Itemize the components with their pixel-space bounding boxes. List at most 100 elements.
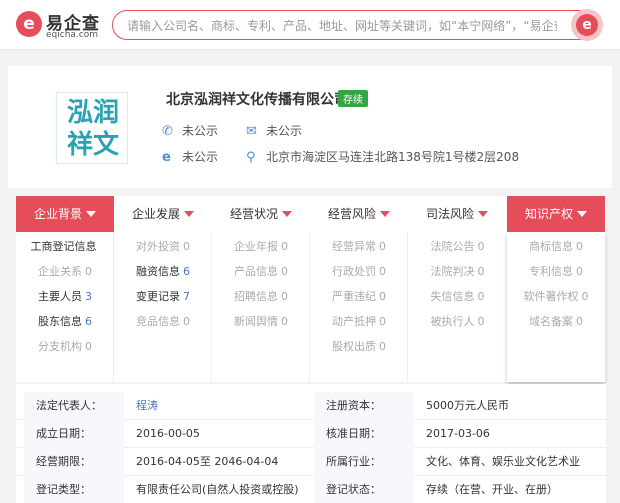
tab-business-risk[interactable]: 经营风险: [310, 196, 408, 232]
menu-item[interactable]: 动产抵押 0: [310, 313, 408, 329]
menu-item-count: 0: [576, 315, 583, 328]
field-value: 有限责任公司(自然人投资或控股): [136, 483, 299, 496]
menu-item-label: 商标信息: [529, 240, 573, 253]
tab-label: 企业背景: [33, 207, 82, 221]
menu-item-label: 法院公告: [430, 240, 475, 253]
tab-business-status[interactable]: 经营状况: [212, 196, 310, 232]
menu-item[interactable]: 企业年报 0: [212, 238, 310, 254]
field-value: 2017-03-06: [426, 427, 490, 440]
address-info: ⚲ 北京市海淀区马连洼北路138号院1号楼2层208: [246, 148, 519, 165]
menu-item-count: 0: [477, 265, 485, 278]
menu-item[interactable]: 分支机构 0: [16, 338, 114, 354]
category-tabs: 企业背景 企业发展 经营状况 经营风险 司法风险 知识产权: [16, 196, 606, 232]
tab-label: 企业发展: [131, 207, 180, 221]
menu-item[interactable]: 经营异常 0: [310, 238, 408, 254]
menu-item-label: 变更记录: [136, 290, 180, 303]
menu-column-judicial: 法院公告 0 法院判决 0 失信信息 0 被执行人 0: [408, 232, 507, 382]
menu-item[interactable]: 工商登记信息: [16, 238, 114, 254]
registration-table: 法定代表人： 程涛 注册资本： 5000万元人民币 成立日期： 2016-00-…: [16, 384, 606, 503]
menu-item-count: 0: [379, 340, 386, 353]
field-label: 法定代表人：: [24, 392, 124, 420]
menu-item[interactable]: 变更记录 7: [114, 288, 212, 304]
website-value: 未公示: [182, 150, 219, 164]
menu-item-label: 产品信息: [234, 265, 278, 278]
menu-item-count: 0: [379, 290, 386, 303]
menu-item[interactable]: 行政处罚 0: [310, 263, 408, 279]
search-button[interactable]: e: [571, 9, 603, 41]
menu-item-label: 动产抵押: [332, 315, 376, 328]
menu-item-count: 0: [85, 340, 92, 353]
field-value: 文化、体育、娱乐业文化艺术业: [426, 455, 580, 468]
menu-item-label: 经营异常: [332, 240, 376, 253]
menu-item-label: 法院判决: [430, 265, 475, 278]
top-header: e 易企查 eqicha.com e: [0, 0, 620, 50]
menu-item-label: 招聘信息: [234, 290, 278, 303]
field-label: 所属行业：: [314, 448, 414, 476]
company-name: 北京泓润祥文化传播有限公司: [166, 92, 348, 108]
company-card: 泓润祥文 北京泓润祥文化传播有限公司 存续 ✆ 未公示 ✉ 未公示 e 未公示 ⚲ 北京…: [8, 66, 612, 188]
menu-column-ip: 商标信息 0 专利信息 0 软件著作权 0 域名备案 0: [507, 232, 605, 382]
menu-item[interactable]: 股东信息 6: [16, 313, 114, 329]
legal-rep-link[interactable]: 程涛: [124, 392, 314, 420]
tab-intellectual-property[interactable]: 知识产权: [507, 196, 605, 232]
menu-item[interactable]: 域名备案 0: [507, 313, 605, 329]
menu-item[interactable]: 专利信息 0: [507, 263, 605, 279]
menu-item-label: 主要人员: [38, 290, 82, 303]
caret-down-icon: [478, 211, 488, 217]
field-label: 注册资本：: [314, 392, 414, 420]
caret-down-icon: [282, 211, 292, 217]
menu-item[interactable]: 招聘信息 0: [212, 288, 310, 304]
field-value: 2016-04-05至 2046-04-04: [136, 455, 279, 468]
phone-value: 未公示: [182, 124, 219, 138]
menu-item[interactable]: 法院判决 0: [408, 263, 507, 279]
site-logo[interactable]: e 易企查 eqicha.com: [16, 9, 106, 41]
company-logo-text: 泓润祥文: [66, 98, 119, 160]
menu-item-count: 0: [281, 290, 288, 303]
menu-item[interactable]: 失信信息 0: [408, 288, 507, 304]
location-pin-icon: ⚲: [246, 150, 256, 165]
tab-enterprise-development[interactable]: 企业发展: [114, 196, 212, 232]
caret-down-icon: [184, 211, 194, 217]
tab-judicial-risk[interactable]: 司法风险: [408, 196, 506, 232]
menu-item[interactable]: 法院公告 0: [408, 238, 507, 254]
menu-item[interactable]: 企业关系 0: [16, 263, 114, 279]
menu-item[interactable]: 被执行人 0: [408, 313, 507, 329]
menu-item[interactable]: 商标信息 0: [507, 238, 605, 254]
menu-item[interactable]: 产品信息 0: [212, 263, 310, 279]
field-value: 存续（在营、开业、在册）: [426, 483, 558, 496]
field-label: 登记状态：: [314, 476, 414, 503]
menu-item-count: 7: [183, 290, 190, 303]
menu-item-label: 域名备案: [529, 315, 573, 328]
menu-item-count: 0: [379, 240, 386, 253]
menu-item[interactable]: 股权出质 0: [310, 338, 408, 354]
tab-label: 司法风险: [425, 207, 474, 221]
menu-item-count: 6: [85, 315, 92, 328]
menu-item-label: 行政处罚: [332, 265, 376, 278]
search-bar: e: [112, 9, 603, 41]
caret-down-icon: [577, 211, 587, 217]
field-label: 核准日期：: [314, 420, 414, 448]
menu-item-label: 工商登记信息: [30, 240, 97, 253]
tab-enterprise-background[interactable]: 企业背景: [16, 196, 114, 232]
menu-item[interactable]: 竞品信息 0: [114, 313, 212, 329]
menu-item[interactable]: 新闻舆情 0: [212, 313, 310, 329]
caret-down-icon: [86, 211, 96, 217]
menu-item-count: 0: [576, 240, 583, 253]
menu-item[interactable]: 对外投资 0: [114, 238, 212, 254]
table-row: 法定代表人： 程涛 注册资本： 5000万元人民币: [16, 392, 606, 420]
menu-item[interactable]: 主要人员 3: [16, 288, 114, 304]
menu-item[interactable]: 融资信息 6: [114, 263, 212, 279]
menu-item-label: 股权出质: [332, 340, 376, 353]
menu-item[interactable]: 软件著作权 0: [507, 288, 605, 304]
tab-label: 知识产权: [524, 207, 573, 221]
menu-item-label: 企业关系: [38, 265, 82, 278]
phone-icon: ✆: [162, 124, 173, 139]
search-input[interactable]: [127, 16, 557, 36]
menu-item-count: 0: [183, 315, 190, 328]
menu-item-count: 0: [477, 290, 485, 303]
menu-item[interactable]: 严重违纪 0: [310, 288, 408, 304]
menu-item-label: 失信信息: [430, 290, 475, 303]
logo-e-icon: e: [16, 11, 42, 37]
address-value: 北京市海淀区马连洼北路138号院1号楼2层208: [266, 150, 520, 164]
website-info: e 未公示: [162, 148, 218, 165]
